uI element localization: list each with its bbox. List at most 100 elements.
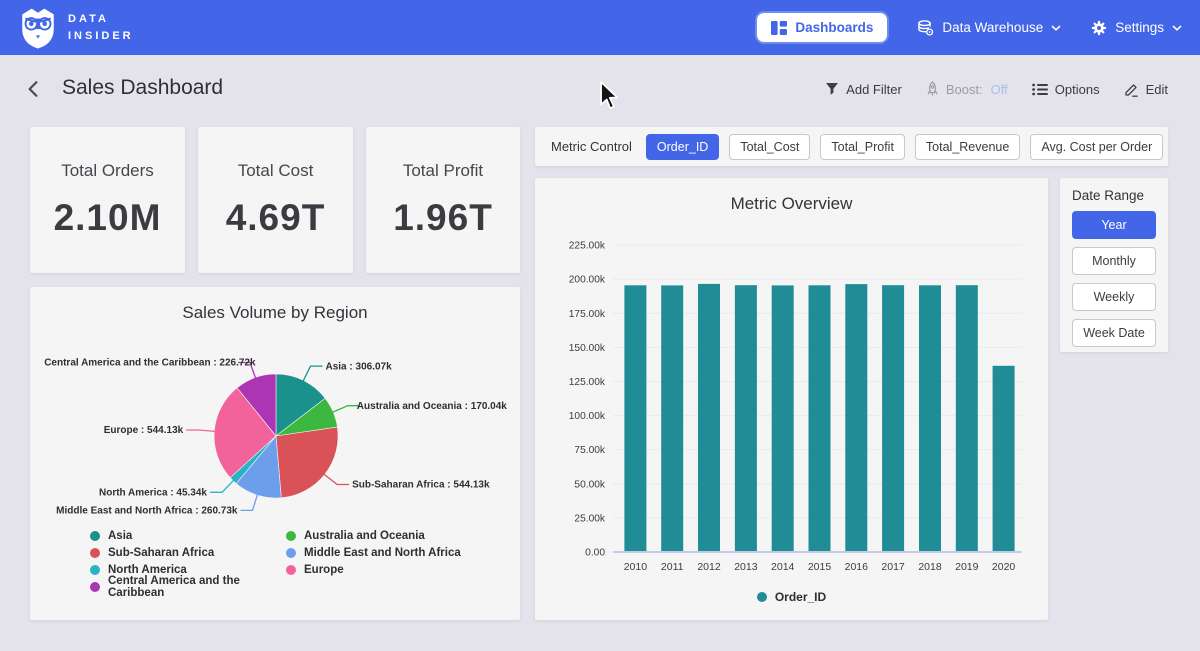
bar-legend-item[interactable]: Order_ID bbox=[757, 590, 826, 604]
pie-legend-item-europe[interactable]: Europe bbox=[286, 561, 461, 578]
bar-2016[interactable] bbox=[845, 284, 867, 552]
date-range-option-weekly[interactable]: Weekly bbox=[1072, 283, 1156, 311]
kpi-card-total-orders: Total Orders 2.10M bbox=[30, 127, 185, 273]
chevron-down-icon bbox=[1172, 25, 1182, 31]
kpi-label: Total Cost bbox=[238, 161, 314, 181]
x-axis-tick: 2014 bbox=[771, 561, 795, 573]
pie-legend-item-australia-and-oceania[interactable]: Australia and Oceania bbox=[286, 527, 461, 544]
x-axis-tick: 2018 bbox=[918, 561, 942, 573]
legend-label: Australia and Oceania bbox=[304, 530, 425, 542]
bar-chart-title: Metric Overview bbox=[535, 194, 1048, 214]
legend-label: Central America and the Caribbean bbox=[108, 575, 286, 599]
boost-toggle[interactable]: Boost:Off bbox=[926, 81, 1008, 97]
bar-2013[interactable] bbox=[735, 285, 757, 552]
top-navbar: DATA INSIDER Dashboards Data Warehouse bbox=[0, 0, 1200, 55]
bar-chart-legend: Order_ID bbox=[535, 590, 1048, 604]
date-range-option-monthly[interactable]: Monthly bbox=[1072, 247, 1156, 275]
y-axis-tick: 50.00k bbox=[574, 479, 605, 490]
bar-chart[interactable]: 0.0025.00k50.00k75.00k100.00k125.00k150.… bbox=[551, 222, 1032, 582]
pie-legend-item-central-america-and-the-caribbean[interactable]: Central America and the Caribbean bbox=[90, 578, 286, 595]
list-options-icon bbox=[1032, 83, 1048, 96]
bar-2018[interactable] bbox=[919, 285, 941, 552]
bar-2011[interactable] bbox=[661, 285, 683, 552]
kpi-label: Total Profit bbox=[403, 161, 483, 181]
add-filter-label: Add Filter bbox=[846, 82, 902, 97]
bar-2014[interactable] bbox=[772, 285, 794, 552]
pie-legend-item-asia[interactable]: Asia bbox=[90, 527, 286, 544]
page-title: Sales Dashboard bbox=[62, 76, 223, 100]
legend-label: Asia bbox=[108, 530, 132, 542]
bar-chart-card: Metric Overview 0.0025.00k50.00k75.00k10… bbox=[535, 178, 1048, 620]
bar-legend-label: Order_ID bbox=[775, 590, 826, 604]
legend-dot bbox=[286, 548, 296, 558]
bar-2015[interactable] bbox=[809, 285, 831, 552]
bar-2019[interactable] bbox=[956, 285, 978, 552]
legend-dot bbox=[757, 592, 767, 602]
metric-control-label: Metric Control bbox=[551, 139, 632, 154]
metric-option-total-cost[interactable]: Total_Cost bbox=[729, 134, 810, 160]
metric-option-total-revenue[interactable]: Total_Revenue bbox=[915, 134, 1020, 160]
nav-data-warehouse[interactable]: Data Warehouse bbox=[917, 20, 1061, 36]
filter-funnel-icon bbox=[825, 82, 839, 96]
metric-control-bar: Metric Control Order_ID Total_Cost Total_P… bbox=[535, 127, 1168, 166]
kpi-value: 2.10M bbox=[54, 197, 162, 239]
metric-option-order-id[interactable]: Order_ID bbox=[646, 134, 719, 160]
legend-dot bbox=[90, 548, 100, 558]
nav-settings-label: Settings bbox=[1115, 20, 1164, 35]
date-range-option-year[interactable]: Year bbox=[1072, 211, 1156, 239]
bar-2012[interactable] bbox=[698, 284, 720, 552]
date-range-label: Date Range bbox=[1072, 188, 1156, 203]
nav-data-warehouse-label: Data Warehouse bbox=[942, 20, 1043, 35]
kpi-value: 1.96T bbox=[393, 197, 493, 239]
back-button[interactable] bbox=[26, 80, 40, 103]
pie-slice-label: Sub-Saharan Africa : 544.13k bbox=[352, 480, 490, 491]
legend-dot bbox=[286, 565, 296, 575]
gear-icon bbox=[1091, 20, 1107, 36]
legend-label: Middle East and North Africa bbox=[304, 547, 461, 559]
pie-chart-title: Sales Volume by Region bbox=[30, 303, 520, 323]
bar-2017[interactable] bbox=[882, 285, 904, 552]
pie-slice-label: North America : 45.34k bbox=[99, 488, 207, 499]
y-axis-tick: 100.00k bbox=[569, 411, 606, 422]
date-range-option-week-date[interactable]: Week Date bbox=[1072, 319, 1156, 347]
legend-label: Sub-Saharan Africa bbox=[108, 547, 214, 559]
legend-dot bbox=[286, 531, 296, 541]
pie-slice-label: Middle East and North Africa : 260.73k bbox=[56, 506, 238, 517]
x-axis-tick: 2020 bbox=[992, 561, 1016, 573]
brand-line2: INSIDER bbox=[68, 28, 134, 45]
metric-option-avg-cost-per-order[interactable]: Avg. Cost per Order bbox=[1030, 134, 1163, 160]
pie-slice-sub-saharan-africa[interactable] bbox=[276, 427, 338, 498]
legend-dot bbox=[90, 531, 100, 541]
boost-label: Boost: bbox=[946, 82, 983, 97]
pie-legend: AsiaSub-Saharan AfricaNorth AmericaCentr… bbox=[90, 527, 461, 595]
pie-legend-item-middle-east-and-north-africa[interactable]: Middle East and North Africa bbox=[286, 544, 461, 561]
pie-legend-item-sub-saharan-africa[interactable]: Sub-Saharan Africa bbox=[90, 544, 286, 561]
options-button[interactable]: Options bbox=[1032, 82, 1100, 97]
kpi-value: 4.69T bbox=[226, 197, 326, 239]
date-range-card: Date Range Year Monthly Weekly Week Date bbox=[1060, 178, 1168, 352]
x-axis-tick: 2011 bbox=[661, 561, 684, 573]
kpi-label: Total Orders bbox=[61, 161, 154, 181]
bar-2010[interactable] bbox=[624, 285, 646, 552]
nav-settings[interactable]: Settings bbox=[1091, 20, 1182, 36]
legend-dot bbox=[90, 582, 100, 592]
pie-slice-label: Central America and the Caribbean : 226.… bbox=[44, 358, 256, 369]
chevron-left-icon bbox=[26, 80, 40, 98]
metric-option-total-profit[interactable]: Total_Profit bbox=[820, 134, 905, 160]
x-axis-tick: 2013 bbox=[734, 561, 758, 573]
nav-dashboards-button[interactable]: Dashboards bbox=[757, 13, 887, 42]
edit-label: Edit bbox=[1146, 82, 1168, 97]
brand[interactable]: DATA INSIDER bbox=[18, 7, 134, 49]
database-icon bbox=[917, 20, 934, 36]
y-axis-tick: 25.00k bbox=[574, 513, 605, 524]
options-label: Options bbox=[1055, 82, 1100, 97]
y-axis-tick: 75.00k bbox=[574, 445, 605, 456]
x-axis-tick: 2019 bbox=[955, 561, 979, 573]
x-axis-tick: 2010 bbox=[624, 561, 648, 573]
dashboard-page: Sales Dashboard Add Filter Boost:Off bbox=[0, 55, 1200, 651]
pie-chart[interactable]: Asia : 306.07kAustralia and Oceania : 17… bbox=[30, 327, 520, 537]
edit-button[interactable]: Edit bbox=[1124, 82, 1168, 97]
bar-2020[interactable] bbox=[993, 366, 1015, 552]
y-axis-tick: 225.00k bbox=[569, 241, 606, 252]
add-filter-button[interactable]: Add Filter bbox=[825, 82, 902, 97]
